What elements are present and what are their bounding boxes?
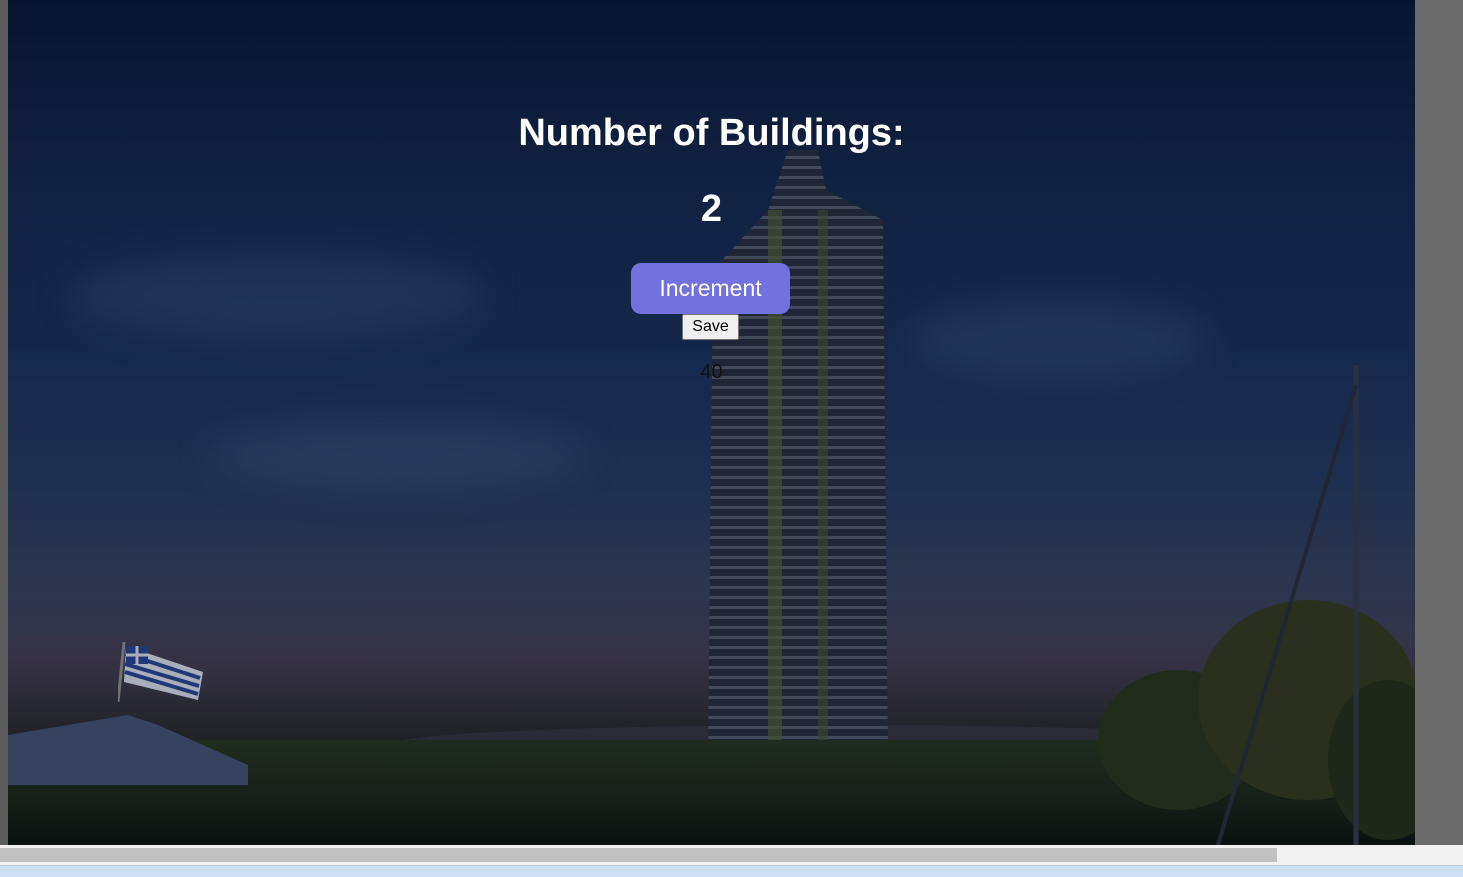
page-title: Number of Buildings:: [518, 112, 905, 154]
building-count: 2: [700, 188, 723, 230]
horizontal-scrollbar[interactable]: [0, 845, 1463, 865]
window-left-edge: [0, 0, 8, 845]
horizontal-scrollbar-thumb[interactable]: [0, 848, 1277, 862]
taskbar-strip: [0, 865, 1463, 877]
window-right-gutter: [1415, 0, 1463, 845]
increment-button[interactable]: Increment: [631, 263, 790, 314]
page-viewport: Number of Buildings: 2 Increment Save 40: [8, 0, 1415, 845]
saved-value-text: 40: [700, 361, 723, 383]
save-button[interactable]: Save: [682, 314, 739, 340]
